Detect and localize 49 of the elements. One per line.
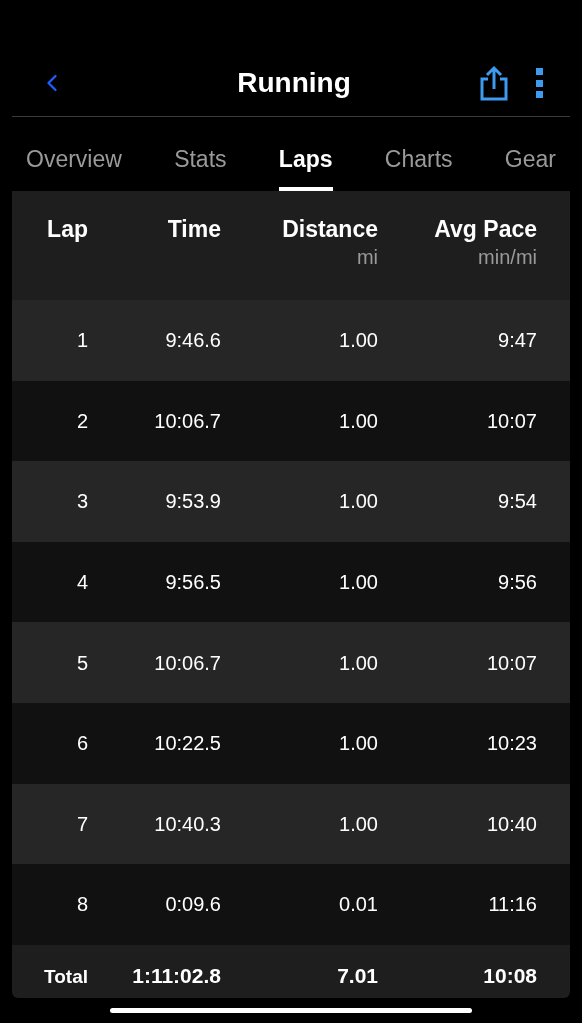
total-cell-text: 7.01 [336,963,378,990]
column-unit: mi [356,245,378,270]
table-cell-text: 1.00 [338,408,378,434]
table-cell-text: 10:23 [485,731,537,757]
table-cell-text: 5 [75,650,88,676]
table-cell-text: 10:40.3 [153,811,221,837]
total-cell-text: Total [43,965,88,990]
table-cell-text: 0:09.6 [164,892,221,918]
column-header: Time [167,215,221,243]
table-cell-text: 6 [75,731,88,757]
tab[interactable]: Charts [384,117,453,191]
tab[interactable]: Stats [174,117,227,191]
table-cell-text: 1.00 [338,731,378,757]
column-header: Avg Pace [434,215,537,243]
table-cell-text: 9:46.6 [164,328,221,354]
table-cell-text: 11:16 [487,892,537,918]
table-cell-text: 10:22.5 [153,731,221,757]
tab[interactable]: Overview [26,117,122,191]
table-cell-text: 1.00 [338,328,378,354]
table-cell-text: 0.01 [338,892,378,918]
table-cell-text: 9:56 [497,570,537,596]
table-cell-text: 9:56.5 [164,570,221,596]
column-header: Distance [282,215,378,243]
column-unit: min/mi [478,245,537,270]
table-cell-text: 10:06.7 [153,650,221,676]
column-header: Lap [47,215,88,243]
table-cell-text: 1.00 [338,570,378,596]
share-icon[interactable] [478,65,510,101]
table-cell-text: 9:47 [497,328,537,354]
table-cell-text: 10:40 [485,811,537,837]
table-cell-text: 9:53.9 [164,489,221,515]
total-cell-text: 10:08 [482,963,537,990]
more-icon[interactable] [536,68,544,98]
total-cell-text: 1:11:02.8 [131,963,221,990]
table-cell-text: 10:07 [485,650,537,676]
table-cell-text: 8 [75,892,88,918]
table-cell-text: 2 [75,408,88,434]
table-cell-text: 3 [75,489,88,515]
table-cell-text: 10:07 [485,408,537,434]
table-cell-text: 4 [75,570,88,596]
page-title: Running [236,66,352,100]
table-cell-text: 9:54 [497,489,537,515]
table-cell-text: 1.00 [338,489,378,515]
table-cell-text: 7 [75,811,88,837]
table-cell-text: 1 [75,328,88,354]
table-cell-text: 1.00 [338,811,378,837]
tab[interactable]: Gear [504,117,556,191]
table-cell-text: 1.00 [338,650,378,676]
table-cell-text: 10:06.7 [153,408,221,434]
